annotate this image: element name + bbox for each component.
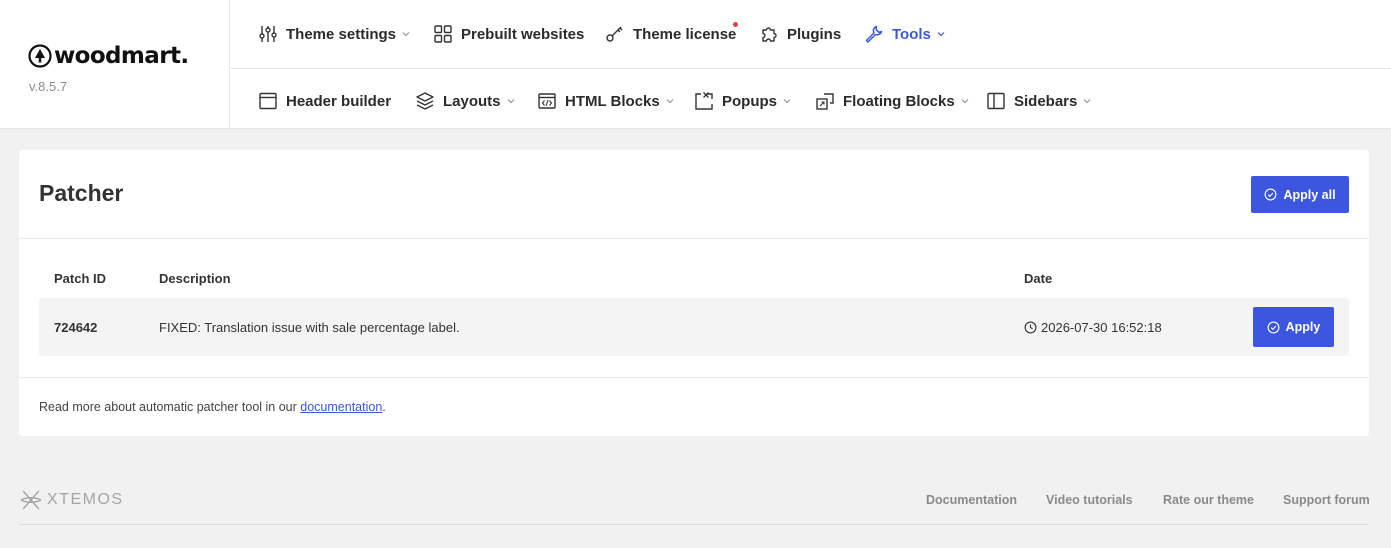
nav-label: Prebuilt websites xyxy=(461,25,585,43)
chevron-down-icon xyxy=(402,32,410,37)
key-icon xyxy=(606,26,623,42)
nav-label: Theme settings xyxy=(286,25,397,43)
xtemos-logo-text: XTEMOS xyxy=(47,491,124,508)
chevron-down-icon xyxy=(783,99,791,104)
footer-link-video-tutorials[interactable]: Video tutorials xyxy=(1046,493,1133,507)
nav-label: Layouts xyxy=(443,92,501,110)
floating-block-icon xyxy=(816,93,834,110)
table-row: 724642 FIXED: Translation issue with sal… xyxy=(39,298,1349,356)
nav-tools[interactable]: Tools xyxy=(864,24,946,44)
patcher-card: Patcher Apply all Patch ID Description D… xyxy=(19,150,1369,436)
wrench-icon xyxy=(865,25,883,43)
nav-layouts[interactable]: Layouts xyxy=(415,91,516,111)
admin-footer: XTEMOS Documentation Video tutorials Rat… xyxy=(19,484,1370,525)
woodmart-logo[interactable]: woodmart. xyxy=(28,42,189,70)
chevron-down-icon xyxy=(1083,99,1091,104)
patch-description: FIXED: Translation issue with sale perce… xyxy=(159,320,460,335)
footer-link-rate-theme[interactable]: Rate our theme xyxy=(1163,493,1254,507)
popup-icon xyxy=(695,92,713,110)
help-note-text: Read more about automatic patcher tool i… xyxy=(39,400,301,414)
admin-header: woodmart. v.8.5.7 Theme settings Prebuil… xyxy=(0,0,1391,129)
nav-popups[interactable]: Popups xyxy=(694,91,792,111)
brand-panel: woodmart. v.8.5.7 xyxy=(0,0,230,129)
apply-patch-button[interactable]: Apply xyxy=(1253,307,1334,347)
nav-theme-license[interactable]: Theme license xyxy=(605,22,738,44)
logo-text: woodmart. xyxy=(54,43,189,69)
grid-icon xyxy=(434,25,452,43)
page-title: Patcher xyxy=(39,180,124,206)
card-divider xyxy=(19,377,1369,378)
nav-label: Floating Blocks xyxy=(843,92,955,110)
nav-label: HTML Blocks xyxy=(565,92,660,110)
chevron-down-icon xyxy=(937,32,945,37)
xtemos-logo-icon xyxy=(20,490,42,510)
nav-theme-settings[interactable]: Theme settings xyxy=(258,24,411,44)
header-layout-icon xyxy=(259,92,277,110)
woodmart-logo-icon xyxy=(28,44,52,68)
help-note-suffix: . xyxy=(382,400,386,414)
clock-icon xyxy=(1024,321,1037,334)
nav-label: Header builder xyxy=(286,92,392,110)
card-header: Patcher Apply all xyxy=(19,150,1369,239)
apply-all-button[interactable]: Apply all xyxy=(1251,176,1349,213)
secondary-nav: Header builder Layouts HTML Blocks Popup… xyxy=(230,69,1391,133)
nav-floating-blocks[interactable]: Floating Blocks xyxy=(815,91,970,111)
layers-icon xyxy=(416,92,434,110)
apply-label: Apply xyxy=(1285,320,1321,334)
chevron-down-icon xyxy=(666,99,674,104)
nav-label: Tools xyxy=(892,25,931,43)
primary-nav: Theme settings Prebuilt websites Theme l… xyxy=(230,0,1391,69)
nav-prebuilt-websites[interactable]: Prebuilt websites xyxy=(433,24,584,44)
nav-label: Plugins xyxy=(787,25,842,43)
nav-label: Theme license xyxy=(633,25,737,43)
footer-link-support-forum[interactable]: Support forum xyxy=(1283,493,1370,507)
theme-version: v.8.5.7 xyxy=(29,79,68,94)
footer-link-documentation[interactable]: Documentation xyxy=(926,493,1017,507)
check-circle-icon xyxy=(1265,188,1277,201)
code-block-icon xyxy=(538,93,556,109)
puzzle-icon xyxy=(762,27,777,42)
xtemos-logo[interactable]: XTEMOS xyxy=(19,488,124,512)
chevron-down-icon xyxy=(961,99,969,104)
nav-label: Popups xyxy=(722,92,777,110)
column-header-date: Date xyxy=(1024,271,1053,286)
column-header-patch-id: Patch ID xyxy=(54,271,107,286)
patch-date: 2026-07-30 16:52:18 xyxy=(1024,320,1162,335)
documentation-link[interactable]: documentation xyxy=(300,400,382,414)
nav-label: Sidebars xyxy=(1014,92,1078,110)
nav-html-blocks[interactable]: HTML Blocks xyxy=(537,91,675,111)
column-header-description: Description xyxy=(159,271,231,286)
nav-header-builder[interactable]: Header builder xyxy=(258,91,391,111)
apply-all-label: Apply all xyxy=(1283,187,1336,202)
sliders-icon xyxy=(259,26,277,42)
notification-dot xyxy=(733,22,738,27)
check-circle-icon xyxy=(1267,321,1280,333)
nav-plugins[interactable]: Plugins xyxy=(759,24,841,44)
chevron-down-icon xyxy=(507,99,514,104)
patch-date-text: 2026-07-30 16:52:18 xyxy=(1041,320,1162,335)
patch-id: 724642 xyxy=(54,320,98,335)
sidebar-icon xyxy=(987,92,1005,110)
help-note: Read more about automatic patcher tool i… xyxy=(39,400,386,414)
nav-sidebars[interactable]: Sidebars xyxy=(986,91,1092,111)
